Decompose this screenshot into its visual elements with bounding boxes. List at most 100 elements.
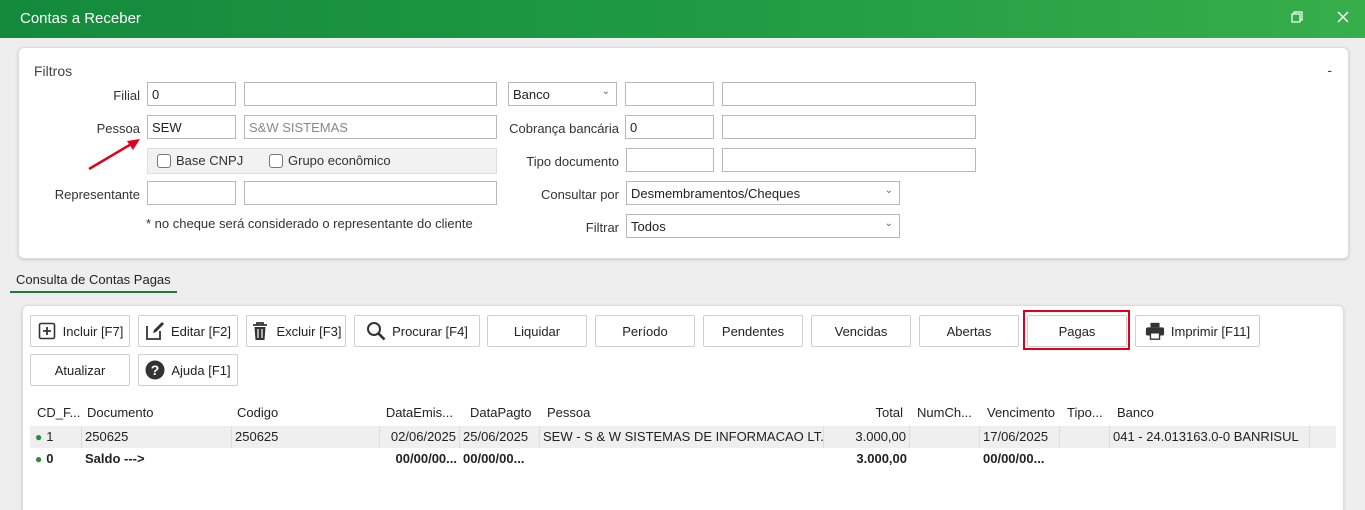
editar-button[interactable]: Editar [F2] <box>138 315 238 347</box>
pendentes-button[interactable]: Pendentes <box>703 315 803 347</box>
annotation-arrow-icon <box>88 139 140 171</box>
codigo-cell <box>232 448 380 470</box>
filtrar-select[interactable]: Todos ⌄ <box>626 214 900 238</box>
printer-icon <box>1145 321 1165 341</box>
filtrar-value: Todos <box>631 219 666 234</box>
banco-code-input[interactable] <box>625 82 714 106</box>
column-header[interactable]: Documento <box>84 402 230 424</box>
tipo-documento-code-input[interactable] <box>626 148 714 172</box>
cobranca-code-input[interactable]: 0 <box>625 115 714 139</box>
pessoa-code-input[interactable]: SEW <box>147 115 236 139</box>
ajuda-button[interactable]: ? Ajuda [F1] <box>138 354 238 386</box>
excluir-label: Excluir [F3] <box>276 323 342 339</box>
abertas-button[interactable]: Abertas <box>919 315 1019 347</box>
tipo-documento-name-input[interactable] <box>722 148 976 172</box>
representante-name-input[interactable] <box>244 181 497 205</box>
vencimento-cell: 17/06/2025 <box>980 426 1060 448</box>
incluir-button[interactable]: Incluir [F7] <box>30 315 130 347</box>
trash-icon <box>250 321 270 341</box>
vencidas-label: Vencidas <box>834 323 888 339</box>
atualizar-label: Atualizar <box>54 362 106 378</box>
total-cell: 3.000,00 <box>824 426 910 448</box>
tipo-cell <box>1060 426 1110 448</box>
filial-label: Filial <box>113 88 140 103</box>
column-header[interactable]: CD_F... <box>34 402 80 424</box>
total-cell: 3.000,00 <box>856 451 907 466</box>
tipo-cell <box>1060 448 1110 470</box>
banco-select[interactable]: Banco ⌄ <box>508 82 617 106</box>
liquidar-button[interactable]: Liquidar <box>487 315 587 347</box>
filial-code-input[interactable]: 0 <box>147 82 236 106</box>
imprimir-button[interactable]: Imprimir [F11] <box>1135 315 1260 347</box>
filtrar-label: Filtrar <box>585 220 619 235</box>
base-cnpj-checkbox[interactable]: Base CNPJ <box>157 153 243 168</box>
excluir-button[interactable]: Excluir [F3] <box>246 315 346 347</box>
editar-label: Editar [F2] <box>171 323 231 339</box>
vencidas-button[interactable]: Vencidas <box>811 315 911 347</box>
tipo-documento-label: Tipo documento <box>526 154 619 169</box>
chevron-down-icon: ⌄ <box>884 185 893 196</box>
grupo-economico-checkbox[interactable]: Grupo econômico <box>269 153 391 168</box>
procurar-label: Procurar [F4] <box>392 323 468 339</box>
restore-icon[interactable] <box>1287 9 1307 29</box>
help-icon: ? <box>145 360 165 380</box>
column-header[interactable]: Tipo... <box>1064 402 1110 424</box>
filial-name-input[interactable] <box>244 82 497 106</box>
data-pagto-cell: 25/06/2025 <box>460 426 540 448</box>
grupo-economico-label: Grupo econômico <box>288 153 391 168</box>
checkbox-icon[interactable] <box>157 153 171 168</box>
representante-code-input[interactable] <box>147 181 236 205</box>
title-bar: Contas a Receber <box>0 0 1365 38</box>
cobranca-label: Cobrança bancária <box>509 121 619 136</box>
data-emis-cell: 00/00/00... <box>395 451 457 466</box>
vencimento-cell: 00/00/00... <box>983 451 1045 466</box>
close-icon[interactable] <box>1333 9 1353 29</box>
collapse-button[interactable]: - <box>1327 62 1332 78</box>
table-row-total[interactable]: ● 0 Saldo ---> 00/00/00... 00/00/00... 3.… <box>30 448 1336 470</box>
periodo-label: Período <box>622 323 668 339</box>
chevron-down-icon: ⌄ <box>884 218 893 229</box>
banco-label: Banco <box>513 87 550 102</box>
pessoa-cell <box>540 448 824 470</box>
base-cnpj-label: Base CNPJ <box>176 153 244 168</box>
incluir-label: Incluir [F7] <box>62 323 124 339</box>
table-row[interactable]: ● 1 250625 250625 02/06/2025 25/06/2025 S… <box>30 426 1336 448</box>
periodo-button[interactable]: Período <box>595 315 695 347</box>
ajuda-label: Ajuda [F1] <box>171 362 231 378</box>
documento-cell: Saldo ---> <box>85 451 145 466</box>
column-header[interactable]: Banco <box>1114 402 1314 424</box>
svg-text:?: ? <box>151 362 160 378</box>
tab-consulta-contas-pagas[interactable]: Consulta de Contas Pagas <box>10 272 177 293</box>
tab-bar: Consulta de Contas Pagas <box>10 272 177 293</box>
procurar-button[interactable]: Procurar [F4] <box>354 315 480 347</box>
consultar-por-label: Consultar por <box>540 187 619 202</box>
codigo-cell: 250625 <box>232 426 380 448</box>
column-header[interactable]: DataEmis... <box>380 402 456 424</box>
consultar-por-select[interactable]: Desmembramentos/Cheques ⌄ <box>626 181 900 205</box>
documento-cell: 250625 <box>82 426 232 448</box>
filters-legend: Filtros <box>34 63 73 79</box>
checkbox-icon[interactable] <box>269 153 283 168</box>
column-header[interactable]: Vencimento <box>984 402 1060 424</box>
grid-header: CD_F... Documento Codigo DataEmis... Dat… <box>30 402 1336 424</box>
num-ch-cell <box>910 448 980 470</box>
representante-note: * no cheque será considerado o represent… <box>146 216 473 231</box>
cobranca-name-input[interactable] <box>722 115 976 139</box>
column-header[interactable]: NumCh... <box>914 402 980 424</box>
window-title: Contas a Receber <box>20 10 141 27</box>
abertas-label: Abertas <box>946 323 992 339</box>
data-emis-cell: 02/06/2025 <box>380 426 460 448</box>
pessoa-label: Pessoa <box>96 121 140 136</box>
column-header[interactable]: Codigo <box>234 402 380 424</box>
column-header[interactable]: DataPagto <box>467 402 543 424</box>
money-bag-icon: ● <box>35 430 43 444</box>
banco-name-input[interactable] <box>722 82 976 106</box>
atualizar-button[interactable]: Atualizar <box>30 354 130 386</box>
cd-cell: ● 1 <box>32 426 82 448</box>
pessoa-name-input[interactable]: S&W SISTEMAS <box>244 115 497 139</box>
search-icon <box>366 321 386 341</box>
banco-cell <box>1110 448 1310 470</box>
cd-cell: ● 0 <box>35 451 54 466</box>
column-header[interactable]: Total <box>824 402 906 424</box>
column-header[interactable]: Pessoa <box>544 402 822 424</box>
